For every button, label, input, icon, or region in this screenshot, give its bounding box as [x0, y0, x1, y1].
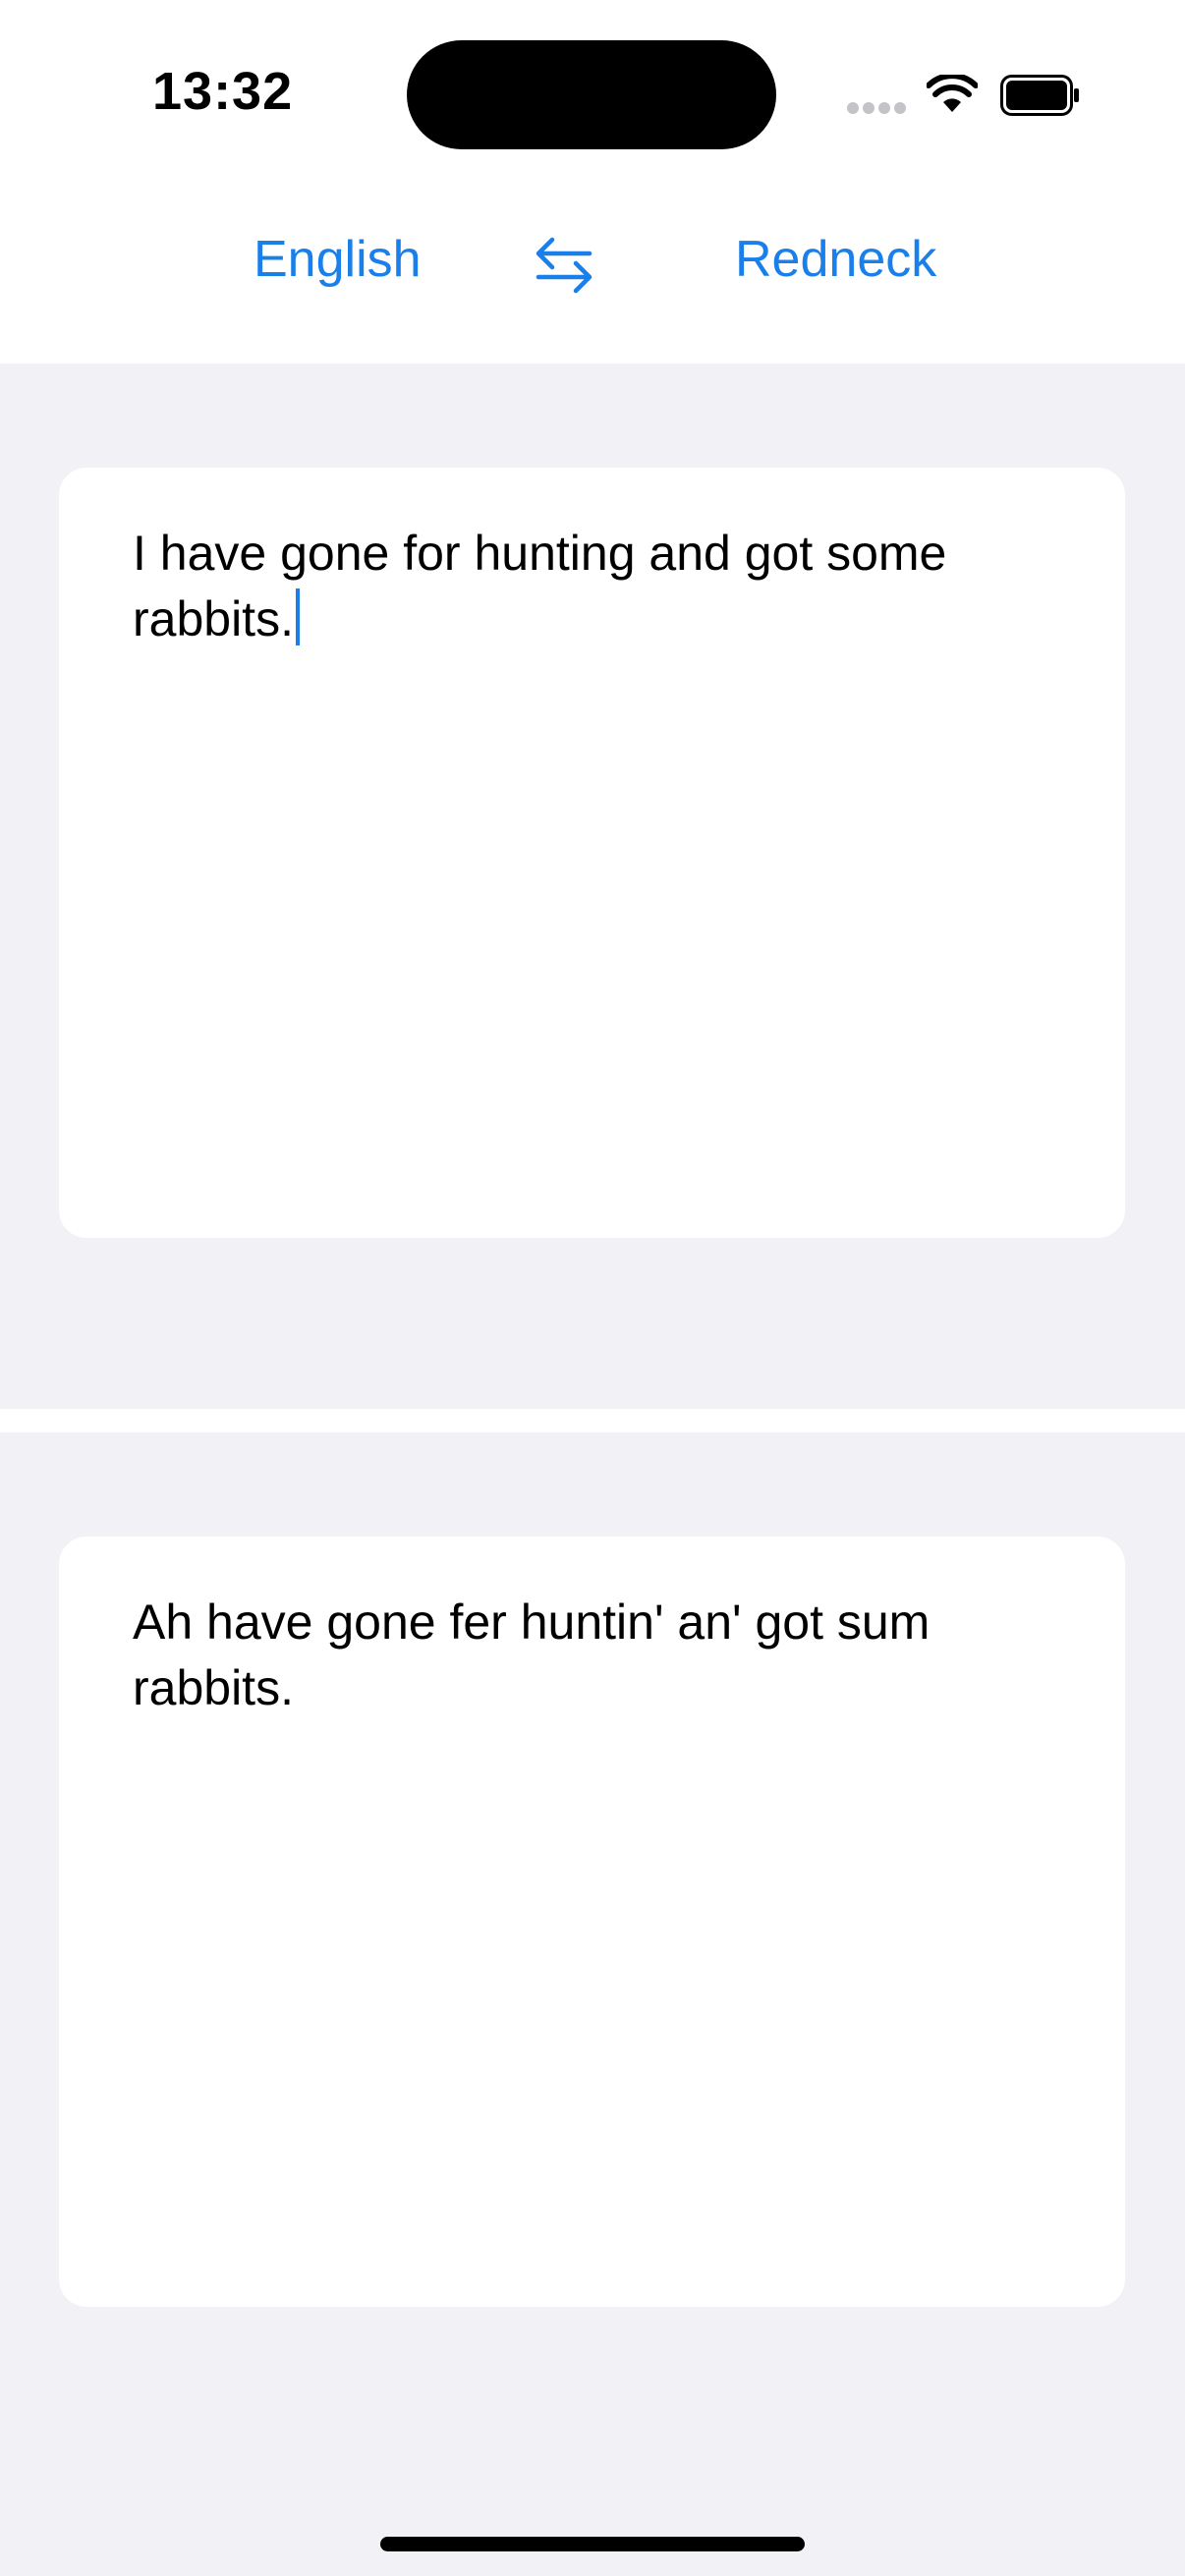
input-text-area[interactable]: I have gone for hunting and got some rab…	[59, 468, 1125, 1238]
language-bar: English Redneck	[0, 187, 1185, 364]
panel-divider	[0, 1409, 1185, 1432]
arrow-left-right-icon	[536, 237, 592, 294]
wifi-icon	[927, 75, 978, 112]
dynamic-island	[407, 40, 776, 149]
status-bar: 13:32	[0, 0, 1185, 187]
status-time: 13:32	[152, 62, 294, 121]
source-language-button[interactable]: English	[254, 230, 422, 289]
swap-languages-button[interactable]	[535, 232, 593, 297]
input-text: I have gone for hunting and got some rab…	[133, 526, 947, 646]
cellular-signal-icon	[847, 102, 908, 116]
output-text: Ah have gone fer huntin' an' got sum rab…	[133, 1595, 931, 1715]
text-cursor	[295, 588, 300, 645]
input-text-wrapper: I have gone for hunting and got some rab…	[133, 521, 1056, 652]
output-text-area[interactable]: Ah have gone fer huntin' an' got sum rab…	[59, 1537, 1125, 2307]
home-indicator[interactable]	[380, 2537, 805, 2551]
target-language-button[interactable]: Redneck	[735, 230, 936, 289]
input-panel: I have gone for hunting and got some rab…	[0, 364, 1185, 1409]
output-panel: Ah have gone fer huntin' an' got sum rab…	[0, 1432, 1185, 2576]
battery-icon	[1000, 75, 1079, 116]
